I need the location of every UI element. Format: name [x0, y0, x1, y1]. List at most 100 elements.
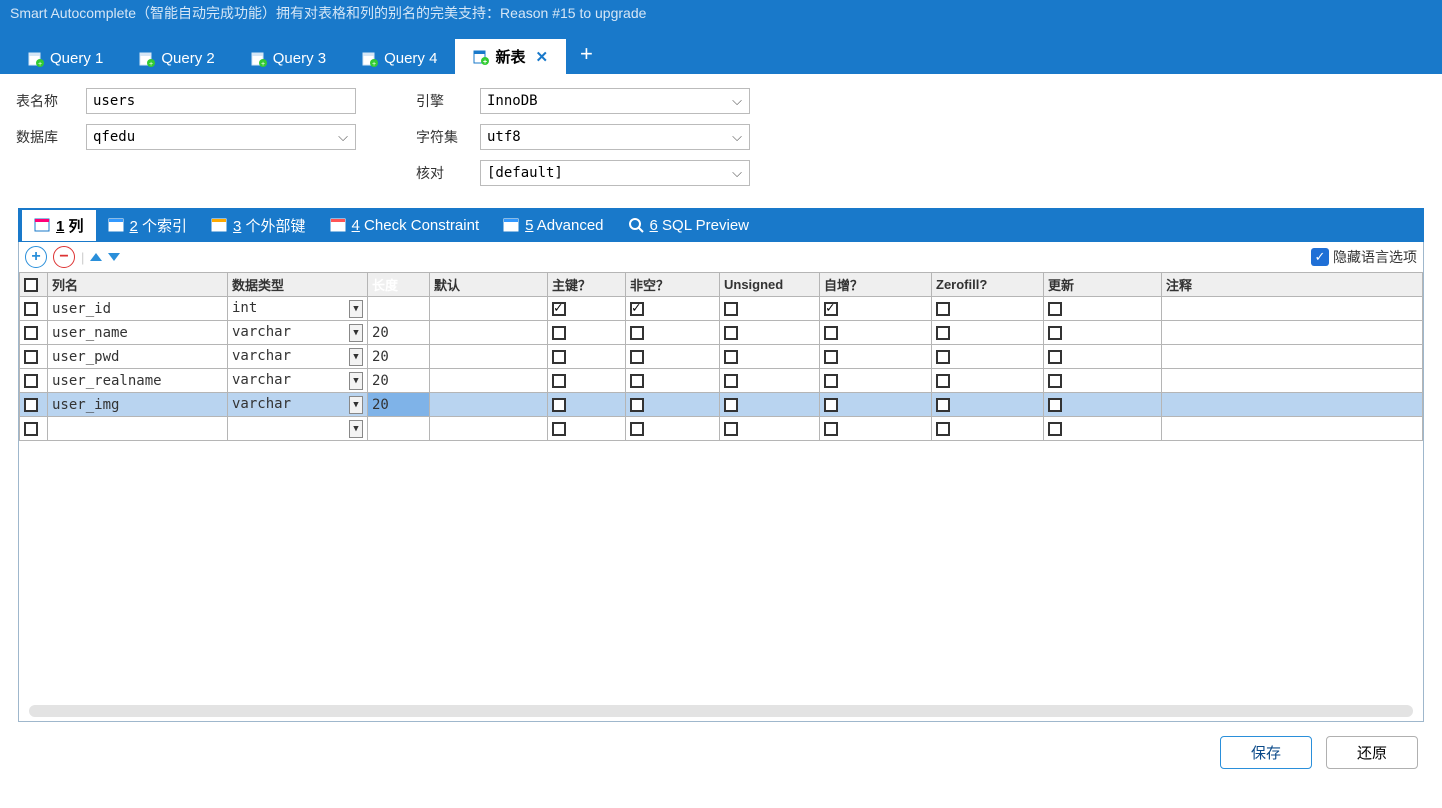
cell-notnull[interactable]: [626, 369, 720, 393]
database-select[interactable]: [86, 124, 356, 150]
datatype-dropdown-icon[interactable]: ▼: [349, 324, 363, 342]
cell-datatype[interactable]: varchar▼: [228, 345, 368, 369]
cell-notnull[interactable]: [626, 297, 720, 321]
engine-select[interactable]: [480, 88, 750, 114]
table-row[interactable]: user_pwdvarchar▼20: [20, 345, 1423, 369]
cell-notnull[interactable]: [626, 417, 720, 441]
close-tab-icon[interactable]: ✕: [535, 48, 548, 66]
cell-autoinc[interactable]: [820, 393, 932, 417]
table-name-input[interactable]: [86, 88, 356, 114]
datatype-dropdown-icon[interactable]: ▼: [349, 300, 363, 318]
cell-comment[interactable]: [1162, 393, 1423, 417]
cell-pk[interactable]: [548, 297, 626, 321]
cell-pk[interactable]: [548, 321, 626, 345]
cell-pk[interactable]: [548, 417, 626, 441]
subtab[interactable]: 4 Check Constraint: [318, 212, 492, 239]
subtab[interactable]: 5 Advanced: [491, 212, 615, 239]
cell-datatype[interactable]: int▼: [228, 297, 368, 321]
editor-tab[interactable]: +新表✕: [455, 39, 566, 74]
header-autoinc[interactable]: 自增？: [820, 273, 932, 297]
cell-datatype[interactable]: varchar▼: [228, 321, 368, 345]
cell-length[interactable]: [368, 417, 430, 441]
cell-update[interactable]: [1044, 345, 1162, 369]
datatype-dropdown-icon[interactable]: ▼: [349, 420, 363, 438]
cell-pk[interactable]: [548, 345, 626, 369]
subtab[interactable]: 1 列: [22, 210, 96, 241]
cell-notnull[interactable]: [626, 393, 720, 417]
cell-name[interactable]: user_pwd: [48, 345, 228, 369]
cell-zerofill[interactable]: [932, 297, 1044, 321]
cell-unsigned[interactable]: [720, 321, 820, 345]
table-row[interactable]: user_idint▼: [20, 297, 1423, 321]
header-zerofill[interactable]: Zerofill?: [932, 273, 1044, 297]
cell-autoinc[interactable]: [820, 369, 932, 393]
cell-autoinc[interactable]: [820, 297, 932, 321]
cell-notnull[interactable]: [626, 321, 720, 345]
cell-datatype[interactable]: ▼: [228, 417, 368, 441]
revert-button[interactable]: 还原: [1326, 736, 1418, 769]
hide-language-checkbox[interactable]: ✓ 隐藏语言选项: [1311, 247, 1417, 267]
header-datatype[interactable]: 数据类型: [228, 273, 368, 297]
row-checkbox[interactable]: [20, 369, 48, 393]
header-pk[interactable]: 主键？: [548, 273, 626, 297]
cell-datatype[interactable]: varchar▼: [228, 369, 368, 393]
cell-comment[interactable]: [1162, 369, 1423, 393]
cell-autoinc[interactable]: [820, 321, 932, 345]
table-row[interactable]: user_realnamevarchar▼20: [20, 369, 1423, 393]
cell-comment[interactable]: [1162, 321, 1423, 345]
header-unsigned[interactable]: Unsigned: [720, 273, 820, 297]
table-row[interactable]: user_namevarchar▼20: [20, 321, 1423, 345]
datatype-dropdown-icon[interactable]: ▼: [349, 348, 363, 366]
cell-default[interactable]: [430, 393, 548, 417]
table-row[interactable]: user_imgvarchar▼20: [20, 393, 1423, 417]
header-name[interactable]: 列名: [48, 273, 228, 297]
cell-name[interactable]: user_name: [48, 321, 228, 345]
cell-zerofill[interactable]: [932, 321, 1044, 345]
table-row[interactable]: ▼: [20, 417, 1423, 441]
cell-update[interactable]: [1044, 393, 1162, 417]
columns-grid[interactable]: 列名 数据类型 长度 默认 主键？ 非空？ Unsigned 自增？ Zerof…: [19, 272, 1423, 441]
move-up-button[interactable]: [90, 253, 102, 261]
cell-zerofill[interactable]: [932, 417, 1044, 441]
cell-update[interactable]: [1044, 321, 1162, 345]
cell-name[interactable]: [48, 417, 228, 441]
editor-tab[interactable]: +Query 1: [10, 43, 121, 74]
cell-unsigned[interactable]: [720, 297, 820, 321]
cell-zerofill[interactable]: [932, 393, 1044, 417]
cell-comment[interactable]: [1162, 297, 1423, 321]
header-length[interactable]: 长度: [368, 273, 430, 297]
cell-unsigned[interactable]: [720, 417, 820, 441]
datatype-dropdown-icon[interactable]: ▼: [349, 372, 363, 390]
cell-pk[interactable]: [548, 393, 626, 417]
cell-default[interactable]: [430, 417, 548, 441]
cell-datatype[interactable]: varchar▼: [228, 393, 368, 417]
header-update[interactable]: 更新: [1044, 273, 1162, 297]
header-notnull[interactable]: 非空？: [626, 273, 720, 297]
cell-update[interactable]: [1044, 417, 1162, 441]
cell-unsigned[interactable]: [720, 345, 820, 369]
cell-notnull[interactable]: [626, 345, 720, 369]
header-default[interactable]: 默认: [430, 273, 548, 297]
remove-column-button[interactable]: −: [53, 246, 75, 268]
cell-update[interactable]: [1044, 369, 1162, 393]
cell-pk[interactable]: [548, 369, 626, 393]
subtab[interactable]: 3 个外部键: [199, 210, 318, 241]
cell-update[interactable]: [1044, 297, 1162, 321]
collation-select[interactable]: [480, 160, 750, 186]
row-checkbox[interactable]: [20, 297, 48, 321]
horizontal-scrollbar[interactable]: [29, 705, 1413, 717]
cell-zerofill[interactable]: [932, 369, 1044, 393]
editor-tab[interactable]: +Query 2: [121, 43, 232, 74]
cell-autoinc[interactable]: [820, 345, 932, 369]
cell-default[interactable]: [430, 345, 548, 369]
cell-length[interactable]: 20: [368, 345, 430, 369]
datatype-dropdown-icon[interactable]: ▼: [349, 396, 363, 414]
move-down-button[interactable]: [108, 253, 120, 261]
cell-autoinc[interactable]: [820, 417, 932, 441]
header-comment[interactable]: 注释: [1162, 273, 1423, 297]
charset-select[interactable]: [480, 124, 750, 150]
row-checkbox[interactable]: [20, 321, 48, 345]
cell-default[interactable]: [430, 321, 548, 345]
save-button[interactable]: 保存: [1220, 736, 1312, 769]
row-checkbox[interactable]: [20, 393, 48, 417]
